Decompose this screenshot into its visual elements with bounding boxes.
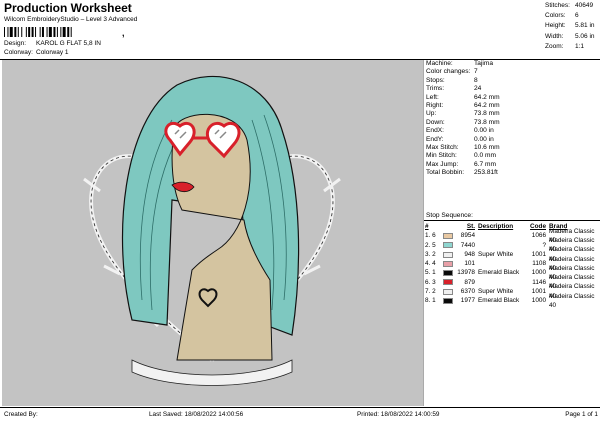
- color-swatch: [443, 288, 453, 295]
- stat-colors: Colors: 6: [545, 12, 579, 20]
- printed-date: Printed: 18/08/2022 14:00:59: [357, 411, 440, 418]
- machine-row: Total Bobbin: 253.81ft: [426, 169, 498, 177]
- design-stats: Stitches: 40649 Colors: 6 Height: 5.81 in W…: [545, 1, 599, 52]
- stop-sequence-title: Stop Sequence:: [426, 212, 473, 219]
- page-title: Production Worksheet: [4, 1, 132, 15]
- color-swatch: [443, 260, 453, 267]
- machine-row: EndX: 0.00 in: [426, 127, 494, 135]
- design-preview[interactable]: [2, 60, 423, 406]
- machine-row: Min Stitch: 0.0 mm: [426, 152, 496, 160]
- color-swatch: [443, 232, 453, 239]
- machine-row: Stops: 8: [426, 76, 478, 84]
- stop-sequence-table: # St. Description Code Brand 1. 6 8954 106…: [425, 222, 599, 310]
- stat-stitches: Stitches: 40649: [545, 2, 594, 9]
- embroidery-artwork: [83, 75, 341, 386]
- machine-row: Left: 64.2 mm: [426, 93, 500, 101]
- color-swatch: [443, 251, 453, 258]
- stop-sequence-rows: 1. 6 8954 1066 Madeira Classic 40 2. 5 7440? M…: [425, 228, 599, 310]
- machine-row: Machine: Tajima: [426, 60, 494, 67]
- machine-row: Color changes: 7: [426, 68, 478, 76]
- last-saved: Last Saved: 18/08/2022 14:00:56: [149, 411, 244, 418]
- machine-row: Right: 64.2 mm: [426, 101, 500, 109]
- barcode: [4, 27, 72, 37]
- color-swatch: [443, 279, 453, 286]
- colorway-name: Colorway 1: [36, 49, 69, 56]
- table-row: 8. 1 1977 Emerald Black 1000 Madeira Classic…: [425, 292, 595, 310]
- software-subtitle: Wilcom EmbroideryStudio – Level 3 Advanc…: [4, 16, 138, 23]
- barcode-mark: ,: [122, 28, 125, 38]
- stop-sequence-divider: [424, 220, 600, 221]
- footer-divider: [0, 407, 600, 408]
- color-swatch: [443, 298, 453, 305]
- colorway-label: Colorway:: [4, 49, 33, 56]
- machine-row: Up: 73.8 mm: [426, 110, 500, 118]
- machine-row: Max Jump: 6.7 mm: [426, 160, 496, 168]
- stat-zoom: Zoom: 1:1: [545, 42, 585, 50]
- color-swatch: [443, 242, 453, 249]
- panel-divider: [423, 60, 424, 406]
- machine-row: Max Stitch: 10.6 mm: [426, 143, 500, 151]
- bottom-barbs: [131, 359, 293, 386]
- created-by: Created By:: [4, 411, 38, 418]
- machine-row: Down: 73.8 mm: [426, 118, 500, 126]
- color-swatch: [443, 270, 453, 277]
- design-label: Design:: [4, 40, 27, 47]
- stat-height: Height: 5.81 in: [545, 22, 595, 30]
- machine-row: EndY: 0.00 in: [426, 135, 494, 143]
- stat-width: Width: 5.06 in: [545, 32, 595, 40]
- machine-info: Machine: Tajima Color changes: 7 Stops: 8 Trim…: [426, 60, 598, 177]
- machine-row: Trims: 24: [426, 85, 482, 93]
- page-number: Page 1 of 1: [565, 411, 598, 418]
- design-name: KAROL G FLAT 5,8 IN: [36, 40, 101, 47]
